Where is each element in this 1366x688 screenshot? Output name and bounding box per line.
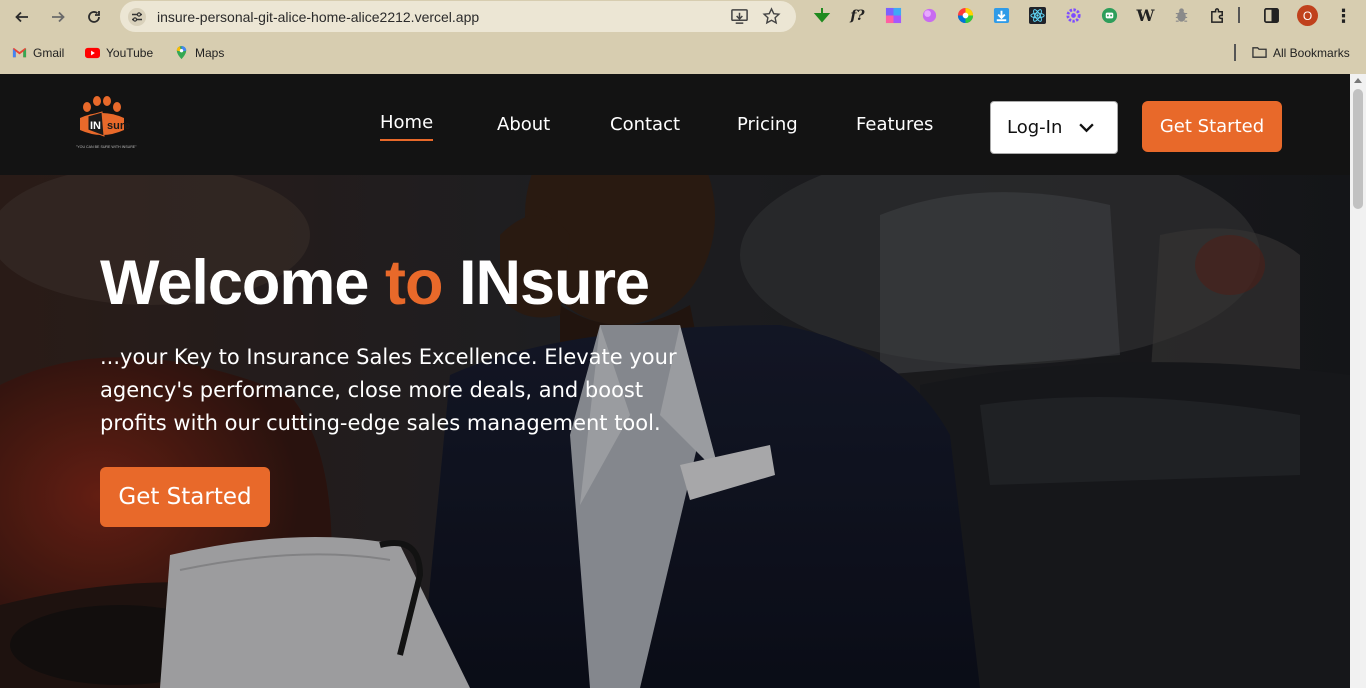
bookmark-gmail[interactable]: Gmail bbox=[12, 45, 64, 60]
bookmark-label: Maps bbox=[195, 45, 225, 60]
bug-extension-icon[interactable] bbox=[1172, 6, 1191, 25]
header-get-started-button[interactable]: Get Started bbox=[1142, 101, 1282, 152]
bookmark-maps[interactable]: Maps bbox=[174, 45, 224, 60]
all-bookmarks-button[interactable]: All Bookmarks bbox=[1252, 45, 1350, 60]
site-header: IN sure "YOU CAN BE SURE WITH INSURE" Ho… bbox=[0, 74, 1350, 175]
folder-icon bbox=[1252, 47, 1267, 58]
arrow-right-icon bbox=[52, 11, 65, 23]
gmail-icon bbox=[12, 47, 27, 58]
nav-home[interactable]: Home bbox=[380, 112, 434, 141]
login-label: Log-In bbox=[1007, 117, 1063, 138]
nav-contact[interactable]: Contact bbox=[610, 114, 680, 135]
gradient-extension-icon[interactable] bbox=[920, 6, 939, 25]
color-grid-extension-icon[interactable] bbox=[884, 6, 903, 25]
web-page: IN sure "YOU CAN BE SURE WITH INSURE" Ho… bbox=[0, 74, 1366, 688]
back-button[interactable] bbox=[8, 3, 36, 31]
profile-avatar[interactable]: O bbox=[1297, 5, 1318, 26]
browser-chrome: insure-personal-git-alice-home-alice2212… bbox=[0, 0, 1366, 74]
site-settings-icon[interactable] bbox=[128, 8, 146, 26]
hero-get-started-button[interactable]: Get Started bbox=[100, 467, 270, 527]
scrollbar-thumb[interactable] bbox=[1353, 89, 1363, 209]
hero-title: Welcome to INsure bbox=[100, 247, 650, 319]
youtube-icon bbox=[85, 47, 100, 59]
url-text[interactable]: insure-personal-git-alice-home-alice2212… bbox=[157, 9, 479, 25]
react-devtools-extension-icon[interactable] bbox=[1028, 6, 1047, 25]
scroll-up-icon[interactable] bbox=[1354, 78, 1362, 83]
bookmark-youtube[interactable]: YouTube bbox=[85, 45, 153, 60]
hero-section: Welcome to INsure ...your Key to Insuran… bbox=[0, 175, 1350, 688]
browser-toolbar: insure-personal-git-alice-home-alice2212… bbox=[0, 0, 1366, 34]
install-app-icon[interactable] bbox=[730, 7, 749, 26]
bookmarks-bar: Gmail YouTube Maps All Bookmarks bbox=[0, 40, 1366, 66]
all-bookmarks-label: All Bookmarks bbox=[1273, 45, 1350, 60]
profile-initial: O bbox=[1302, 8, 1313, 23]
bookmark-label: Gmail bbox=[33, 45, 65, 60]
svg-text:sure: sure bbox=[107, 120, 130, 132]
toolbar-divider bbox=[1238, 7, 1240, 23]
nav-pricing[interactable]: Pricing bbox=[737, 114, 798, 135]
login-dropdown[interactable]: Log-In bbox=[990, 101, 1118, 154]
nav-about[interactable]: About bbox=[497, 114, 550, 135]
download-arrow-extension-icon[interactable] bbox=[812, 6, 831, 25]
address-bar[interactable]: insure-personal-git-alice-home-alice2212… bbox=[120, 1, 796, 32]
wikipedia-extension-icon[interactable]: W bbox=[1136, 6, 1155, 25]
downloader-extension-icon[interactable] bbox=[992, 6, 1011, 25]
svg-text:IN: IN bbox=[90, 120, 101, 132]
reload-icon bbox=[88, 11, 100, 23]
bookmarks-divider bbox=[1234, 44, 1236, 61]
extensions-puzzle-icon[interactable] bbox=[1208, 6, 1227, 25]
robot-extension-icon[interactable] bbox=[1100, 6, 1119, 25]
gear-extension-icon[interactable] bbox=[1064, 6, 1083, 25]
logo-tagline: "YOU CAN BE SURE WITH INSURE" bbox=[76, 145, 137, 149]
hero-title-welcome: Welcome bbox=[100, 248, 369, 318]
bookmark-star-icon[interactable] bbox=[762, 7, 781, 26]
formula-extension-icon[interactable]: f? bbox=[848, 6, 867, 25]
bookmark-label: YouTube bbox=[106, 45, 154, 60]
side-panel-icon[interactable] bbox=[1262, 6, 1281, 25]
paw-shield-logo-icon: IN sure "YOU CAN BE SURE WITH INSURE" bbox=[76, 96, 137, 149]
forward-button[interactable] bbox=[44, 3, 72, 31]
hero-subtitle: ...your Key to Insurance Sales Excellenc… bbox=[100, 345, 677, 435]
color-wheel-extension-icon[interactable] bbox=[956, 6, 975, 25]
chevron-down-icon bbox=[1079, 123, 1094, 133]
nav-features[interactable]: Features bbox=[856, 114, 933, 135]
hero-title-accent: to bbox=[384, 248, 443, 318]
page-scrollbar[interactable] bbox=[1350, 74, 1366, 688]
hero-title-brand: INsure bbox=[458, 248, 650, 318]
reload-button[interactable] bbox=[80, 3, 108, 31]
insure-logo[interactable]: IN sure "YOU CAN BE SURE WITH INSURE" bbox=[74, 96, 164, 154]
maps-icon bbox=[176, 45, 187, 60]
arrow-left-icon bbox=[15, 11, 28, 23]
browser-menu-icon[interactable]: ⋮ bbox=[1334, 6, 1353, 25]
